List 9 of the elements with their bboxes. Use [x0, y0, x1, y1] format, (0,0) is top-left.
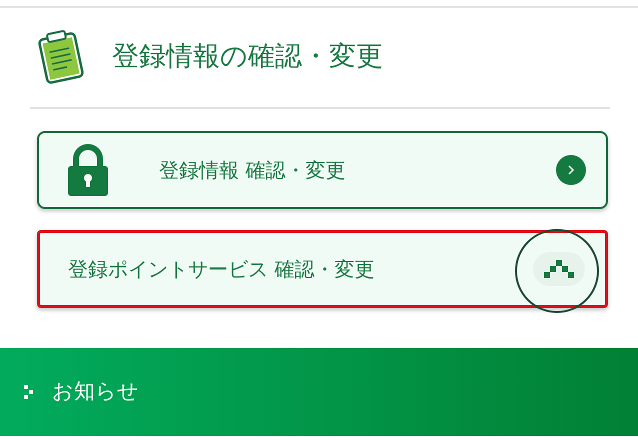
arrow-icon [24, 385, 34, 399]
lock-icon [67, 144, 109, 196]
menu-item-label: 登録情報 確認・変更 [159, 157, 346, 184]
notice-label: お知らせ [52, 378, 139, 406]
menu-item-label: 登録ポイントサービス 確認・変更 [68, 256, 376, 283]
menu-item[interactable]: 登録情報 確認・変更 [37, 131, 608, 209]
chevron-icon [556, 155, 586, 185]
notice-bar[interactable]: お知らせ [0, 348, 638, 436]
section-title: 登録情報の確認・変更 [112, 40, 383, 74]
